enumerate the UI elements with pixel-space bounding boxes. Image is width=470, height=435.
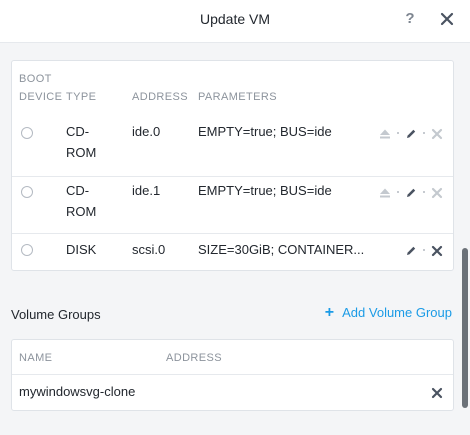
edit-icon[interactable] <box>405 244 417 256</box>
disk-address: ide.0 <box>132 124 161 139</box>
row-divider <box>12 176 453 177</box>
volume-groups-title: Volume Groups <box>11 307 101 322</box>
delete-icon[interactable] <box>431 186 443 199</box>
boot-device-radio[interactable] <box>21 244 33 256</box>
col-parameters: PARAMETERS <box>198 91 277 103</box>
close-icon[interactable] <box>440 10 456 28</box>
delete-icon[interactable] <box>431 386 443 399</box>
disk-address: scsi.0 <box>132 242 166 257</box>
separator-dot <box>397 132 399 134</box>
disk-parameters: EMPTY=true; BUS=ide <box>198 124 332 139</box>
scrollbar-thumb[interactable] <box>462 248 468 408</box>
col-type: TYPE <box>66 91 97 103</box>
boot-device-radio[interactable] <box>21 186 33 198</box>
disk-parameters: EMPTY=true; BUS=ide <box>198 183 332 198</box>
boot-device-radio[interactable] <box>21 127 33 139</box>
disk-type: CD- ROM <box>66 124 97 160</box>
separator-dot <box>423 132 425 134</box>
row-divider <box>12 374 453 375</box>
separator-dot <box>423 191 425 193</box>
add-volume-group-button[interactable]: + Add Volume Group <box>324 303 452 321</box>
dialog-title: Update VM <box>199 11 271 27</box>
row-actions <box>379 185 443 199</box>
dialog-header: Update VM ? <box>0 0 470 43</box>
edit-icon[interactable] <box>405 127 417 139</box>
separator-dot <box>397 191 399 193</box>
volume-groups-table: NAME ADDRESS mywindowsvg-clone <box>11 339 454 411</box>
disk-type: DISK <box>66 242 97 257</box>
row-actions <box>431 385 443 399</box>
col-name: NAME <box>19 352 53 364</box>
disk-type: CD- ROM <box>66 183 97 219</box>
volume-group-name: mywindowsvg-clone <box>19 384 136 399</box>
row-actions <box>379 126 443 140</box>
col-boot-device: BOOT DEVICE <box>19 73 63 103</box>
row-divider <box>12 233 453 234</box>
separator-dot <box>423 249 425 251</box>
plus-icon: + <box>324 303 335 321</box>
delete-icon[interactable] <box>431 127 443 140</box>
eject-icon[interactable] <box>379 186 391 198</box>
eject-icon[interactable] <box>379 127 391 139</box>
disk-address: ide.1 <box>132 183 161 198</box>
dialog-body: BOOT DEVICE TYPE ADDRESS PARAMETERS CD- … <box>0 43 470 435</box>
edit-icon[interactable] <box>405 186 417 198</box>
col-vg-address: ADDRESS <box>166 352 222 364</box>
disks-table: BOOT DEVICE TYPE ADDRESS PARAMETERS CD- … <box>11 60 454 271</box>
row-actions <box>405 243 443 257</box>
add-volume-group-label: Add Volume Group <box>342 305 452 320</box>
help-icon[interactable]: ? <box>402 10 418 28</box>
col-address: ADDRESS <box>132 91 188 103</box>
delete-icon[interactable] <box>431 244 443 257</box>
disk-parameters: SIZE=30GiB; CONTAINER... <box>198 242 365 257</box>
